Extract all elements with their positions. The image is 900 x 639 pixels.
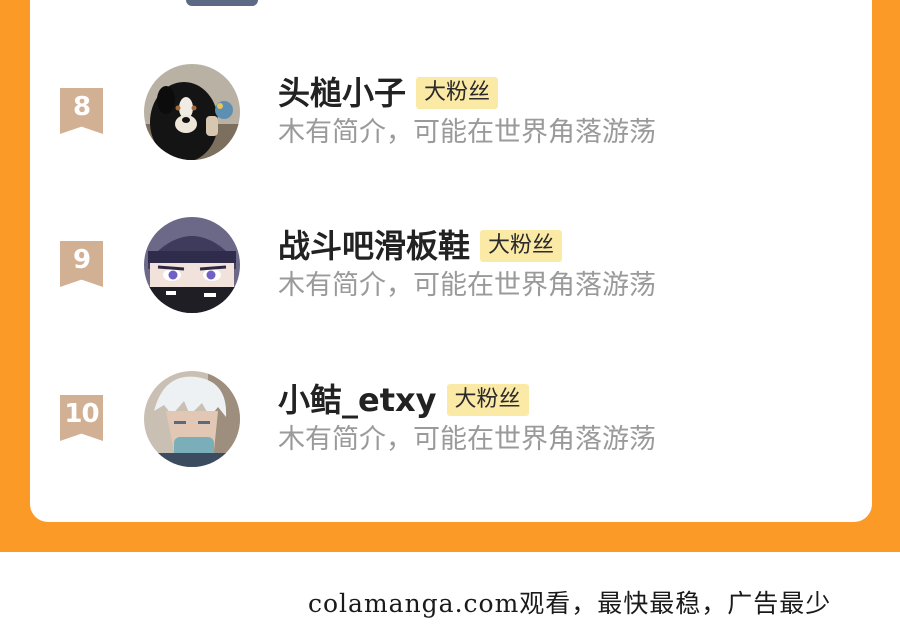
ranking-row[interactable]: 10 小鲒_etxy 大粉丝 木有简介，可能在世界角落游荡 [30, 371, 872, 471]
user-name[interactable]: 战斗吧滑板鞋 [278, 227, 470, 265]
user-bio: 木有简介，可能在世界角落游荡 [278, 424, 656, 455]
fan-ranking-card: 8 头槌小子 大粉丝 木有简介，可能在世界角落游荡 9 战斗吧滑板鞋 大粉丝 木… [30, 0, 872, 522]
fan-level-badge: 大粉丝 [446, 384, 529, 416]
rank-number: 10 [64, 399, 99, 429]
rank-ribbon-icon: 8 [60, 88, 103, 134]
dog-avatar-icon[interactable] [144, 64, 240, 160]
user-bio: 木有简介，可能在世界角落游荡 [278, 117, 656, 148]
user-bio: 木有简介，可能在世界角落游荡 [278, 270, 656, 301]
user-name-line: 小鲒_etxy 大粉丝 [278, 381, 529, 419]
fan-level-badge: 大粉丝 [480, 230, 563, 262]
ranking-row[interactable]: 8 头槌小子 大粉丝 木有简介，可能在世界角落游荡 [30, 64, 872, 164]
orange-frame: 8 头槌小子 大粉丝 木有简介，可能在世界角落游荡 9 战斗吧滑板鞋 大粉丝 木… [0, 0, 900, 552]
user-name-line: 头槌小子 大粉丝 [278, 74, 499, 112]
user-name-line: 战斗吧滑板鞋 大粉丝 [278, 227, 563, 265]
rank-number: 8 [72, 92, 91, 122]
anime-boy-white-hair-avatar-icon[interactable] [144, 371, 240, 467]
previous-avatar-partial [186, 0, 258, 6]
rank-ribbon-icon: 9 [60, 241, 103, 287]
rank-number: 9 [72, 245, 91, 275]
rank-ribbon-icon: 10 [60, 395, 103, 441]
site-watermark: colamanga.com观看，最快最稳，广告最少 [308, 589, 832, 618]
anime-boy-beanie-avatar-icon[interactable] [144, 217, 240, 313]
user-name[interactable]: 头槌小子 [278, 74, 406, 112]
user-name[interactable]: 小鲒_etxy [278, 381, 437, 419]
fan-level-badge: 大粉丝 [416, 77, 499, 109]
ranking-row[interactable]: 9 战斗吧滑板鞋 大粉丝 木有简介，可能在世界角落游荡 [30, 217, 872, 317]
